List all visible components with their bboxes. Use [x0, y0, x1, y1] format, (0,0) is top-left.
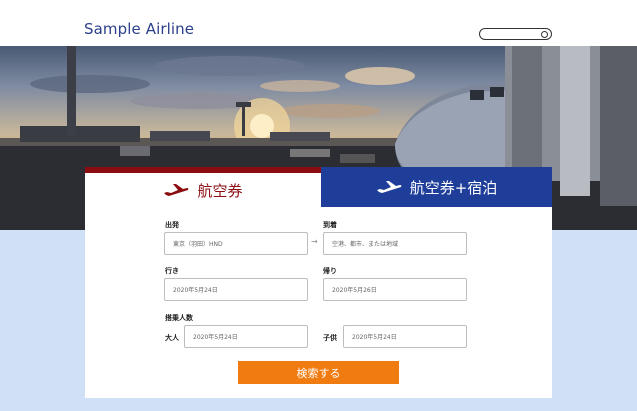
page: Sample Airline 航空券 航空券+宿泊 出発 東京（羽田）HND →… — [0, 0, 637, 411]
outbound-label: 行き — [165, 267, 179, 275]
arrival-field[interactable]: 空港、都市、または地域 — [323, 232, 467, 255]
brand-logo[interactable]: Sample Airline — [84, 20, 194, 38]
arrival-label: 到着 — [323, 221, 337, 229]
search-icon[interactable] — [541, 30, 548, 38]
child-field[interactable]: 2020年5月24日 — [343, 325, 467, 348]
tab-flight-hotel-label: 航空券+宿泊 — [409, 178, 498, 197]
arrow-right-icon: → — [311, 237, 318, 246]
booking-tabs: 航空券 航空券+宿泊 — [85, 167, 552, 207]
tab-flight-hotel[interactable]: 航空券+宿泊 — [321, 167, 552, 207]
airplane-icon — [164, 184, 189, 196]
search-button[interactable]: 検索する — [238, 361, 399, 384]
child-label: 子供 — [323, 334, 337, 342]
return-label: 帰り — [323, 267, 337, 275]
search-input[interactable] — [479, 28, 552, 40]
airplane-icon — [376, 181, 402, 193]
outbound-date-field[interactable]: 2020年5月24日 — [164, 278, 308, 301]
return-date-field[interactable]: 2020年5月26日 — [323, 278, 467, 301]
adult-label: 大人 — [165, 334, 179, 342]
departure-field[interactable]: 東京（羽田）HND — [164, 232, 308, 255]
header: Sample Airline — [0, 0, 637, 46]
tab-flight[interactable]: 航空券 — [85, 167, 321, 207]
adult-field[interactable]: 2020年5月24日 — [184, 325, 308, 348]
passengers-label: 搭乗人数 — [165, 314, 193, 322]
booking-form: 出発 東京（羽田）HND → 到着 空港、都市、または地域 行き 2020年5月… — [85, 207, 552, 398]
tab-flight-label: 航空券 — [197, 181, 243, 200]
departure-label: 出発 — [165, 221, 179, 229]
